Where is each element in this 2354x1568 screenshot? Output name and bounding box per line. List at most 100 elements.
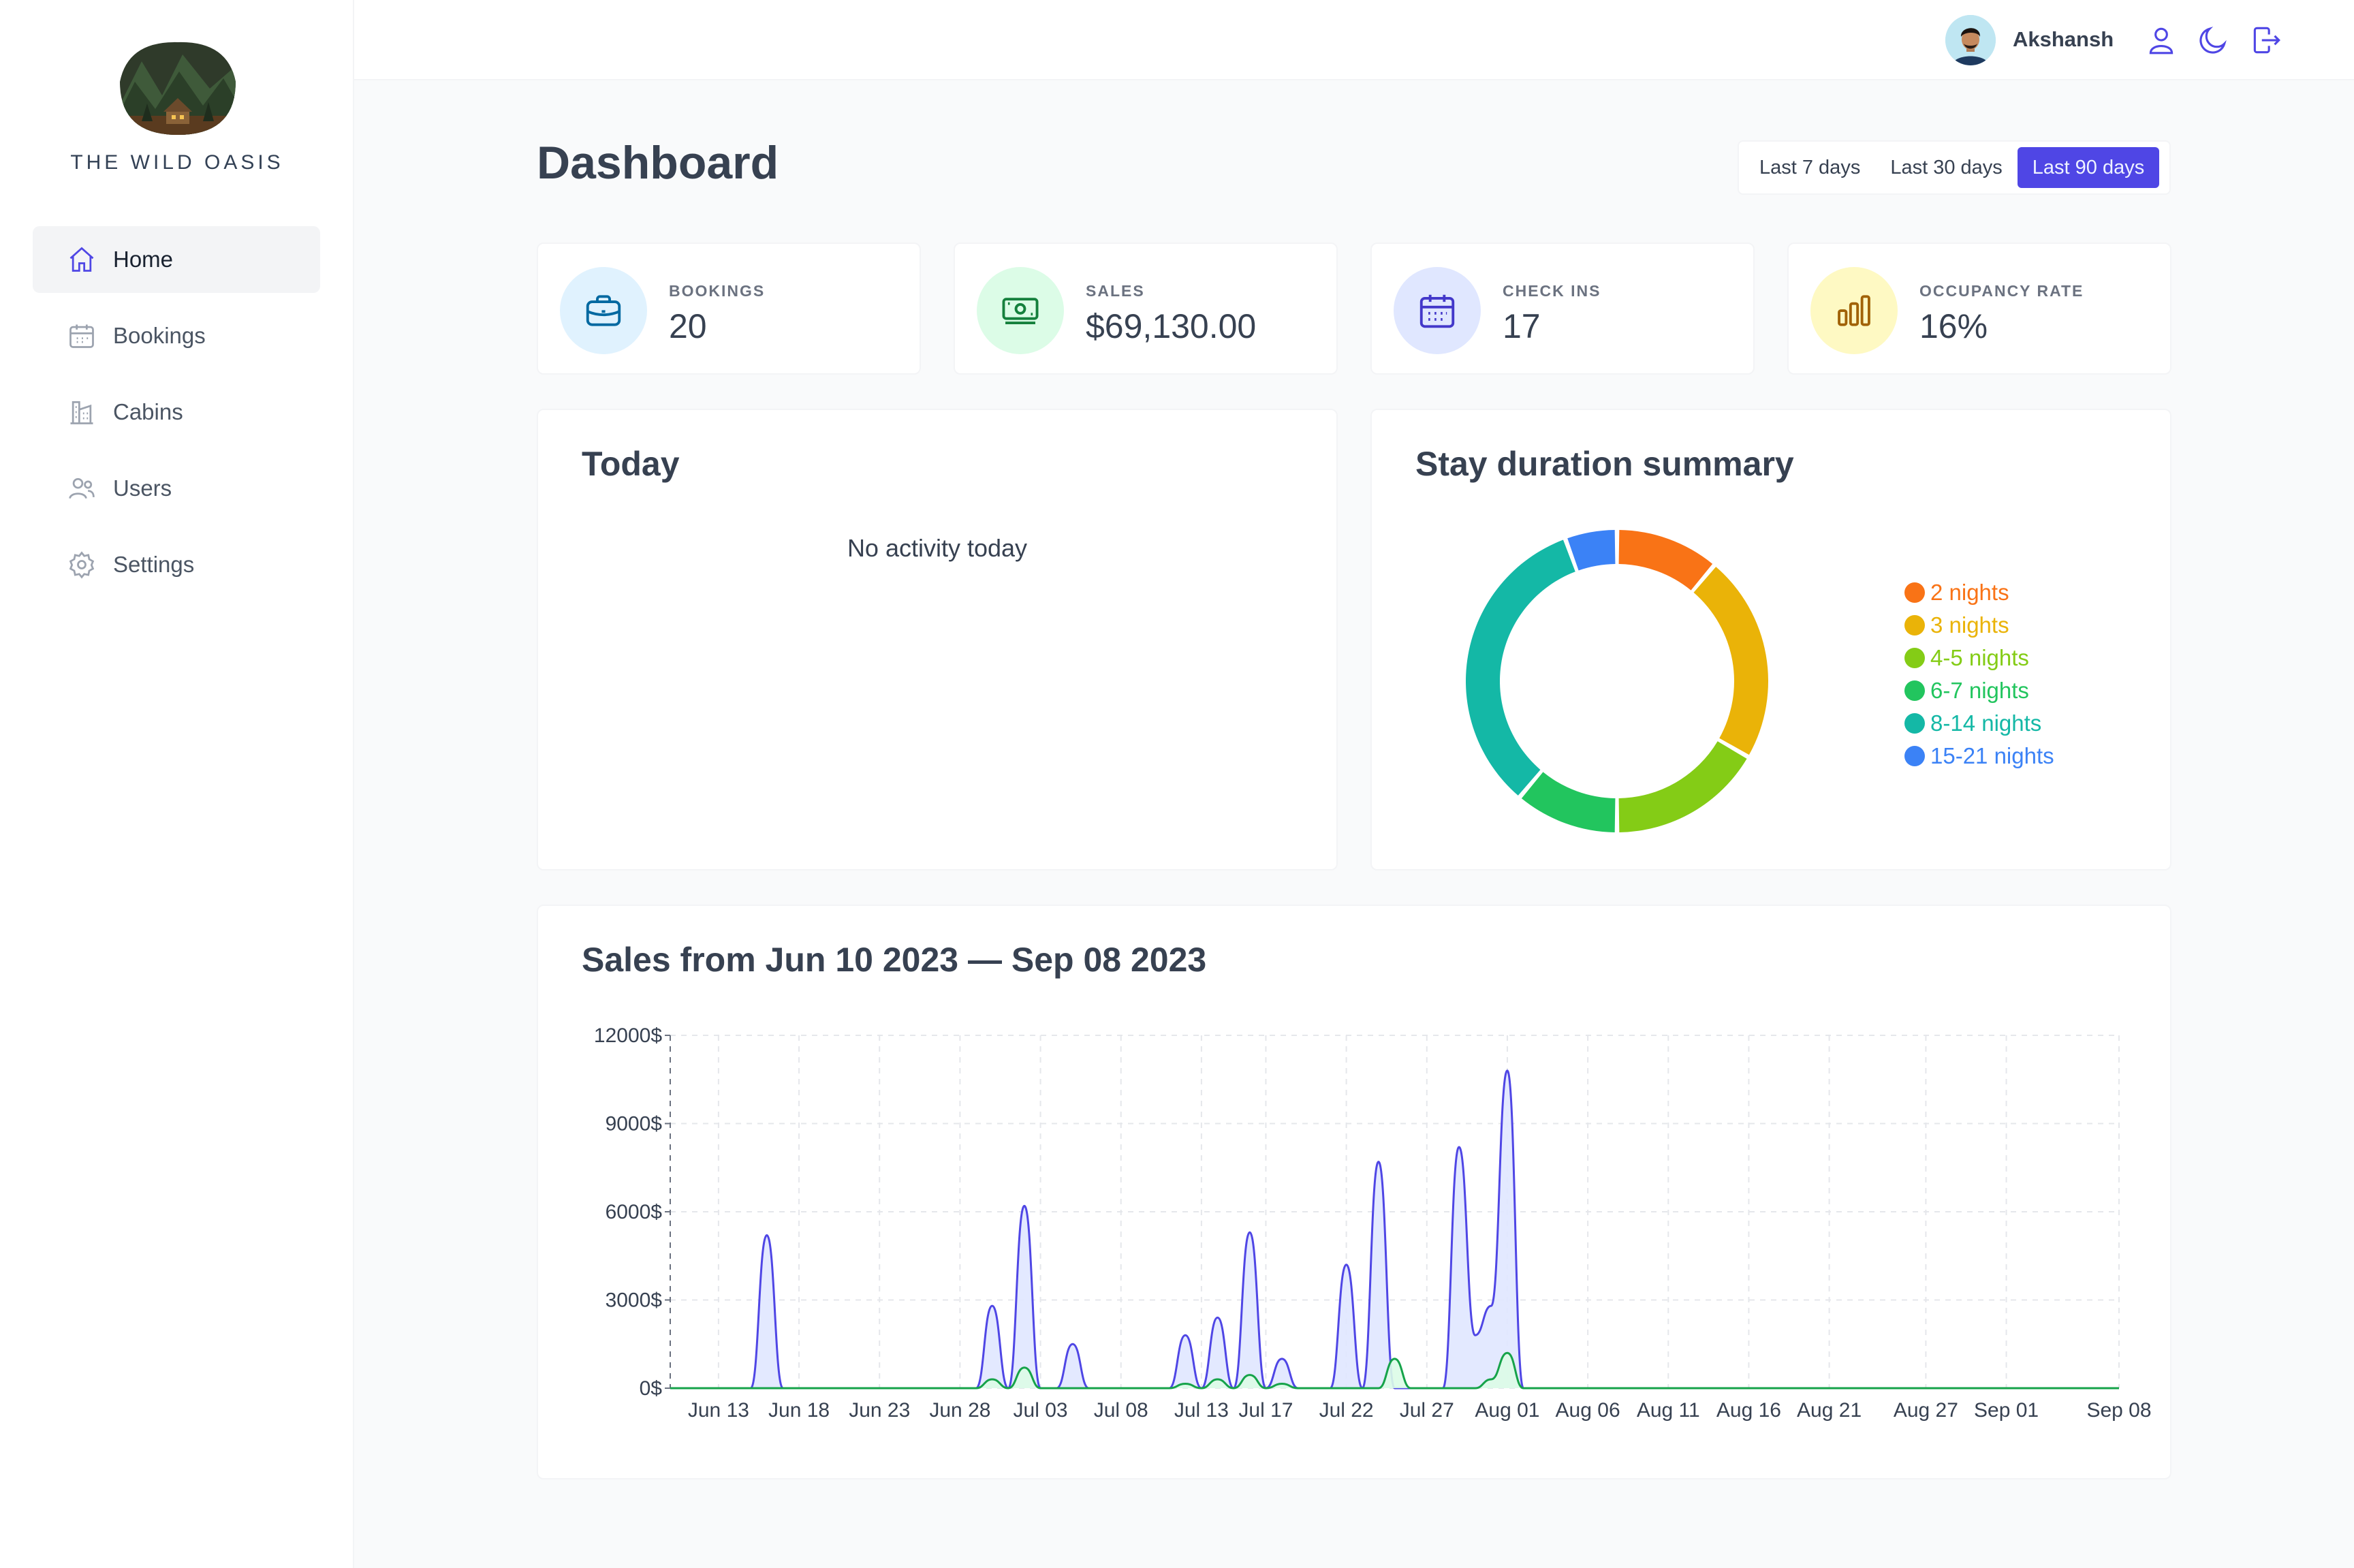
legend-swatch [1904,615,1925,636]
sidebar: THE WILD OASIS Home Bookings Cabins User… [0,0,354,1568]
pie-slice-4 [1466,539,1575,796]
calendar-days-icon [1419,294,1455,328]
chart-bar-icon [1838,295,1870,326]
sidebar-item-users[interactable]: Users [33,455,320,522]
sales-area-chart: 0$ 3000$ 6000$ 9000$ 12000$ Jun 13 Jun 18 Jun 2… [594,1024,2152,1422]
sidebar-item-cabins[interactable]: Cabins [33,379,320,445]
x-tick-label: Aug 27 [1894,1399,1958,1422]
series-area-0 [670,1070,2119,1388]
legend-item: 4-5 nights [1904,642,2054,674]
x-tick-label: Jun 18 [768,1399,830,1422]
legend-swatch [1904,582,1925,603]
pie-slice-0 [1618,530,1713,591]
sidebar-item-settings[interactable]: Settings [33,531,320,598]
series-line-0 [670,1069,2119,1390]
pie-slice-1 [1693,567,1768,755]
y-tick-label: 3000$ [606,1289,663,1312]
filter-last-30-days[interactable]: Last 30 days [1875,147,2017,188]
y-tick-label: 6000$ [606,1201,663,1223]
x-tick-label: Aug 06 [1556,1399,1620,1422]
x-tick-label: Jul 13 [1174,1399,1229,1422]
legend-swatch [1904,713,1925,734]
sidebar-item-bookings[interactable]: Bookings [33,302,320,369]
home-icon [69,247,94,272]
stat-check-ins: CHECK INS 17 [1370,242,1755,375]
avatar [1945,15,1996,65]
page-title: Dashboard [537,137,779,189]
x-tick-label: Aug 11 [1637,1399,1700,1422]
stat-value: $69,130.00 [1086,307,1257,345]
duration-panel: Stay duration summary 2 nights 3 nights 4-… [1370,409,2171,871]
pie-slice-2 [1618,741,1747,832]
filter-last-90-days[interactable]: Last 90 days [2017,147,2160,188]
stat-sales: SALES $69,130.00 [954,242,1338,375]
y-tick-label: 12000$ [594,1024,662,1047]
legend-swatch [1904,746,1925,766]
stat-icon-circle [977,267,1064,354]
x-tick-label: Jul 17 [1238,1399,1293,1422]
legend-label: 15-21 nights [1930,743,2054,768]
stat-value: 20 [669,307,707,345]
sales-panel: Sales from Jun 10 2023 — Sep 08 2023 0$ 3… [537,905,2171,1479]
y-tick-label: 0$ [640,1377,663,1400]
stat-bookings: BOOKINGS 20 [537,242,921,375]
legend-label: 2 nights [1930,580,2009,605]
x-tick-label: Aug 21 [1797,1399,1862,1422]
x-tick-label: Aug 01 [1475,1399,1539,1422]
empty-state-text: No activity today [847,534,1028,562]
x-tick-label: Jun 13 [688,1399,749,1422]
x-tick-label: Sep 01 [1974,1399,2039,1422]
pie-slice-3 [1521,772,1616,832]
x-tick-label: Jul 27 [1400,1399,1454,1422]
sidebar-item-label: Cabins [113,399,183,424]
stat-label: CHECK INS [1503,282,1601,300]
user-icon[interactable] [2144,23,2178,57]
duration-title: Stay duration summary [1415,445,1794,483]
stat-label: OCCUPANCY RATE [1919,282,2084,300]
legend-swatch [1904,680,1925,701]
legend-label: 8-14 nights [1930,710,2042,736]
sidebar-item-label: Users [113,475,172,501]
y-tick-label: 9000$ [606,1113,663,1135]
briefcase-icon [586,295,621,326]
legend-label: 4-5 nights [1930,645,2029,670]
sidebar-item-label: Settings [113,552,195,577]
legend-label: 3 nights [1930,612,2009,638]
filter-last-7-days[interactable]: Last 7 days [1744,147,1875,188]
x-tick-label: Aug 16 [1716,1399,1781,1422]
brand-name: THE WILD OASIS [70,151,284,174]
users-icon [69,477,95,499]
stat-icon-circle [1810,267,1898,354]
building-icon [70,401,93,424]
x-tick-label: Sep 08 [2086,1399,2151,1422]
date-filter: Last 7 days Last 30 days Last 90 days [1738,140,2171,195]
stat-icon-circle [560,267,647,354]
stat-value: 16% [1919,307,1988,345]
gear-icon [69,551,95,579]
stat-value: 17 [1503,307,1541,345]
sidebar-nav: Home Bookings Cabins Users Settings [33,226,320,608]
chart-legend: 2 nights 3 nights 4-5 nights 6-7 nights 8-14… [1904,576,2054,772]
legend-swatch [1904,648,1925,668]
legend-item: 8-14 nights [1904,707,2054,740]
stat-icon-circle [1394,267,1481,354]
banknotes-icon [1002,298,1039,325]
x-tick-label: Jun 28 [929,1399,990,1422]
sidebar-item-label: Home [113,247,174,272]
calendar-icon [69,324,94,348]
legend-item: 6-7 nights [1904,674,2054,707]
x-tick-label: Jul 08 [1094,1399,1148,1422]
x-tick-label: Jul 22 [1319,1399,1374,1422]
legend-label: 6-7 nights [1930,678,2029,703]
stat-label: SALES [1086,282,1145,300]
legend-item: 2 nights [1904,576,2054,609]
logout-icon[interactable] [2249,23,2283,57]
sidebar-item-home[interactable]: Home [33,226,320,293]
moon-icon[interactable] [2196,23,2230,57]
donut-chart [1466,530,1768,832]
user-name: Akshansh [2013,27,2114,51]
x-tick-label: Jul 03 [1014,1399,1068,1422]
stat-occupancy-rate: OCCUPANCY RATE 16% [1787,242,2171,375]
today-panel: Today No activity today [537,409,1338,871]
logo-image [120,42,236,135]
